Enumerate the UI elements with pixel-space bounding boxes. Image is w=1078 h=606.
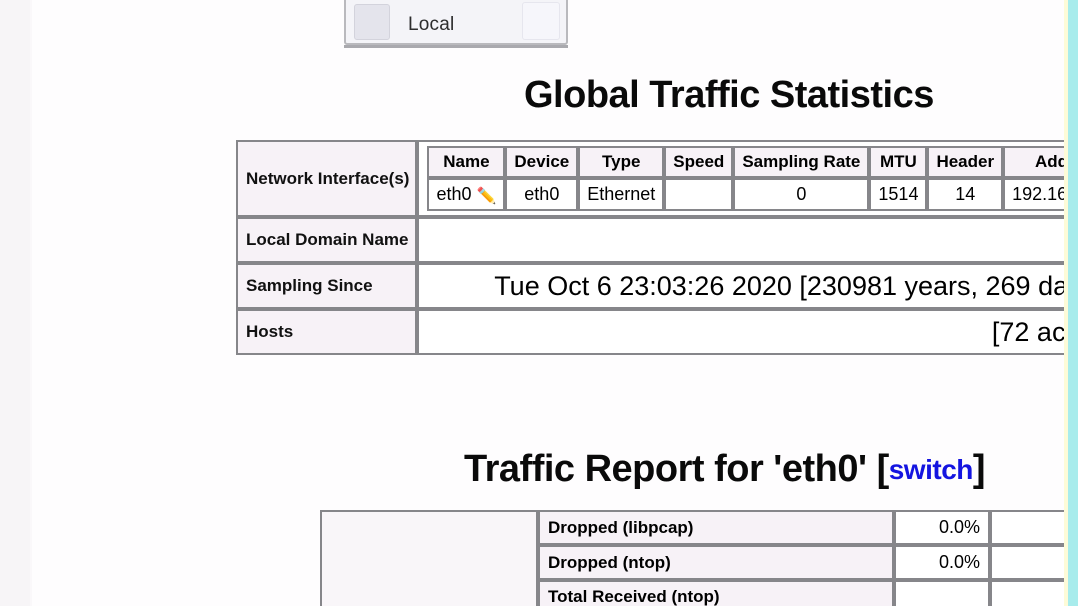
- col-header-type: Type: [578, 146, 665, 178]
- traffic-report-title-suffix: ]: [972, 448, 986, 490]
- table-row: Dropped (libpcap) 0.0%: [538, 510, 1078, 545]
- traffic-report-stats-cell: Dropped (libpcap) 0.0% Dropped (ntop) 0.…: [538, 510, 1078, 606]
- row-label-network-interfaces: Network Interface(s): [236, 140, 418, 217]
- table-row: Total Received (ntop): [538, 580, 1078, 606]
- table-row-hosts: Hosts [72 active📈: [236, 309, 1078, 355]
- cell-interface-sampling-rate: 0: [733, 178, 870, 211]
- page-left-gutter-edge: [30, 0, 32, 606]
- network-interfaces-cell: Name Device Type Speed Sampling Rate MTU…: [417, 140, 1078, 217]
- local-domain-name-value: [417, 217, 1078, 263]
- cell-interface-speed: [664, 178, 734, 211]
- page-left-gutter: [0, 0, 30, 606]
- traffic-report-stats-table: Dropped (libpcap) 0.0% Dropped (ntop) 0.…: [538, 510, 1078, 606]
- stat-label-dropped-ntop: Dropped (ntop): [538, 545, 894, 580]
- stat-value-dropped-libpcap: 0.0%: [894, 510, 990, 545]
- page-canvas: Local Global Traffic Statistics Network …: [0, 0, 1078, 606]
- col-header-header: Header: [927, 146, 1004, 178]
- cell-interface-mtu: 1514: [869, 178, 928, 211]
- top-toolbar-panel[interactable]: Local: [344, 0, 568, 45]
- table-row-sampling-since: Sampling Since Tue Oct 6 23:03:26 2020 […: [236, 263, 1078, 309]
- row-label-local-domain-name: Local Domain Name: [236, 217, 418, 263]
- hosts-value-cell: [72 active📈: [417, 309, 1078, 355]
- row-label-sampling-since: Sampling Since: [236, 263, 418, 309]
- stat-value-total-received-ntop: [894, 580, 990, 606]
- cell-interface-device: eth0: [505, 178, 579, 211]
- pencil-icon[interactable]: ✏️: [476, 186, 496, 206]
- table-row-network-interfaces: Network Interface(s) Name Device Type Sp…: [236, 140, 1078, 217]
- col-header-speed: Speed: [664, 146, 734, 178]
- interface-data-row: eth0✏️ eth0 Ethernet 0 1514 14 192.168.1…: [427, 178, 1078, 211]
- global-statistics-table: Network Interface(s) Name Device Type Sp…: [236, 140, 1078, 355]
- interface-header-row: Name Device Type Speed Sampling Rate MTU…: [427, 146, 1078, 178]
- toolbar-button-left[interactable]: [354, 4, 390, 40]
- row-label-hosts: Hosts: [236, 309, 418, 355]
- sampling-since-value: Tue Oct 6 23:03:26 2020 [230981 years, 2…: [417, 263, 1078, 309]
- stat-value-dropped-ntop: 0.0%: [894, 545, 990, 580]
- traffic-report-title-prefix: Traffic Report for 'eth0' [: [464, 448, 889, 490]
- traffic-report-chart-placeholder: [320, 510, 538, 606]
- right-edge-scroll-stripe[interactable]: [1068, 0, 1078, 606]
- global-traffic-statistics-heading: Global Traffic Statistics: [524, 74, 934, 116]
- stat-label-dropped-libpcap: Dropped (libpcap): [538, 510, 894, 545]
- table-row: Dropped (ntop) 0.0%: [538, 545, 1078, 580]
- cell-interface-type: Ethernet: [578, 178, 665, 211]
- interface-name-text: eth0: [436, 184, 472, 204]
- col-header-name: Name: [427, 146, 506, 178]
- interface-detail-table: Name Device Type Speed Sampling Rate MTU…: [427, 146, 1078, 211]
- traffic-report-row: Dropped (libpcap) 0.0% Dropped (ntop) 0.…: [320, 510, 1078, 606]
- traffic-report-heading: Traffic Report for 'eth0' [switch]: [464, 448, 986, 491]
- toolbar-local-label[interactable]: Local: [408, 14, 454, 36]
- col-header-device: Device: [505, 146, 579, 178]
- switch-interface-link[interactable]: switch: [889, 454, 974, 485]
- cell-interface-header: 14: [927, 178, 1004, 211]
- cell-interface-name: eth0 ✏️: [427, 178, 506, 211]
- col-header-mtu: MTU: [869, 146, 928, 178]
- table-row-local-domain-name: Local Domain Name: [236, 217, 1078, 263]
- traffic-report-table: Dropped (libpcap) 0.0% Dropped (ntop) 0.…: [320, 510, 1078, 606]
- toolbar-button-right[interactable]: [522, 2, 560, 40]
- stat-label-total-received-ntop: Total Received (ntop): [538, 580, 894, 606]
- top-toolbar-baseline: [344, 45, 568, 48]
- col-header-sampling-rate: Sampling Rate: [733, 146, 870, 178]
